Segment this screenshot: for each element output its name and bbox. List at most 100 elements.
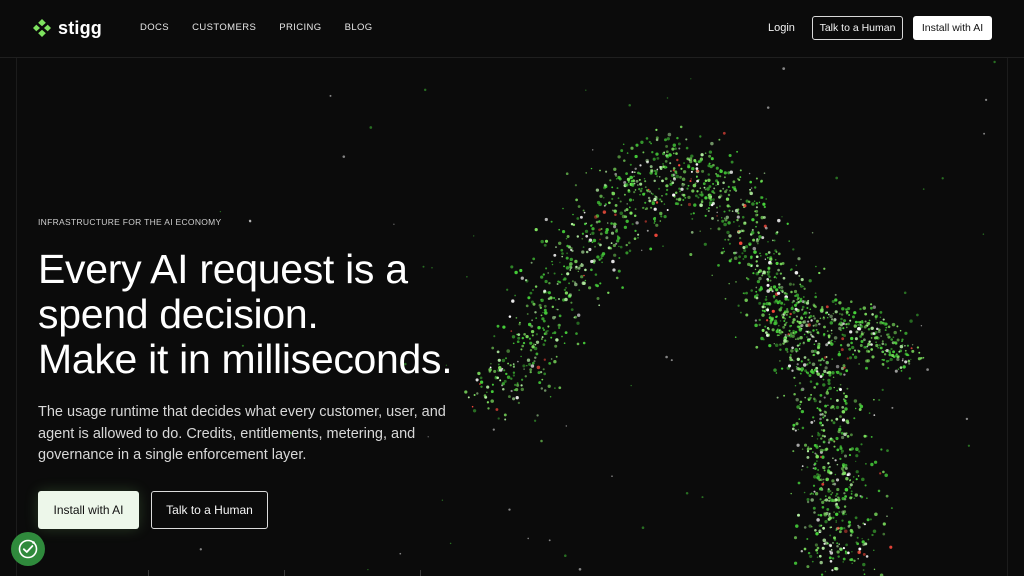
particle (804, 316, 807, 319)
particle (681, 183, 685, 187)
particle (686, 187, 689, 190)
particle (423, 88, 427, 92)
particle (813, 420, 816, 422)
particle (864, 312, 868, 316)
particle (875, 343, 879, 348)
nav-customers[interactable]: CUSTOMERS (192, 20, 256, 36)
particle (626, 152, 629, 154)
particle (728, 282, 730, 285)
particle (829, 406, 833, 410)
particle (537, 371, 541, 375)
particle (829, 550, 832, 553)
particle (703, 242, 707, 246)
particle (851, 562, 853, 565)
particle (581, 250, 585, 254)
hero-talk-button[interactable]: Talk to a Human (151, 491, 268, 529)
particle (665, 144, 669, 148)
header-install-button[interactable]: Install with AI (913, 16, 992, 40)
particle (529, 291, 533, 295)
particle (782, 325, 786, 329)
particle (827, 496, 831, 500)
particle (807, 320, 810, 323)
particle (629, 163, 632, 166)
particle (827, 341, 831, 344)
particle (812, 493, 815, 495)
particle (534, 343, 537, 346)
particle (904, 360, 908, 364)
particle (756, 242, 759, 245)
particle (660, 200, 663, 203)
particle (796, 337, 800, 341)
particle (865, 359, 869, 363)
particle (565, 172, 569, 176)
particle (716, 211, 718, 214)
particle (798, 321, 802, 325)
particle (649, 165, 653, 169)
particle (550, 336, 553, 339)
particle (634, 208, 637, 211)
particle (871, 355, 875, 359)
divider-tick (284, 570, 285, 576)
particle (751, 228, 754, 232)
particle (833, 386, 835, 389)
particle (580, 275, 584, 279)
hero-headline: Every AI request is a spend decision. Ma… (38, 247, 508, 382)
particle (887, 349, 891, 354)
particle (538, 381, 542, 385)
particle (891, 406, 894, 409)
particle (588, 247, 592, 252)
particle (870, 303, 873, 306)
particle (640, 140, 644, 144)
particle (827, 313, 830, 316)
particle (818, 400, 822, 403)
particle (566, 252, 569, 255)
particle (769, 321, 773, 325)
particle (633, 237, 637, 241)
cookie-consent-button[interactable] (11, 532, 45, 566)
nav-docs[interactable]: DOCS (140, 20, 169, 36)
particle (570, 308, 574, 311)
particle (703, 186, 706, 189)
particle (568, 293, 572, 297)
particle (811, 560, 814, 563)
particle (248, 219, 252, 223)
particle (855, 447, 859, 452)
particle (836, 389, 839, 392)
particle (844, 529, 848, 534)
particle (624, 183, 629, 187)
particle (810, 319, 813, 322)
header-talk-button[interactable]: Talk to a Human (812, 16, 903, 40)
particle (569, 262, 573, 266)
login-link[interactable]: Login (768, 20, 795, 36)
particle (884, 322, 888, 326)
particle (879, 346, 883, 350)
particle (582, 246, 585, 248)
particle (528, 362, 532, 366)
particle (579, 215, 583, 219)
particle (699, 230, 701, 232)
particle (739, 176, 742, 179)
particle (849, 433, 853, 437)
nav-pricing[interactable]: PRICING (279, 20, 321, 36)
particle (599, 282, 602, 285)
particle (653, 222, 656, 224)
hero-install-button[interactable]: Install with AI (38, 491, 139, 529)
nav-blog[interactable]: BLOG (345, 20, 373, 36)
logo[interactable]: stigg (32, 17, 102, 39)
particle (835, 436, 839, 441)
particle (515, 317, 518, 319)
particle (662, 245, 664, 247)
particle (836, 370, 840, 375)
particle (665, 155, 670, 159)
particle (886, 333, 889, 336)
particle (763, 172, 766, 175)
particle (673, 195, 676, 198)
particle (806, 306, 809, 310)
particle (510, 265, 514, 269)
particle (824, 366, 828, 370)
particle (819, 417, 822, 421)
particle (835, 492, 839, 496)
particle (581, 232, 585, 235)
particle (619, 245, 623, 249)
particle (727, 185, 730, 189)
